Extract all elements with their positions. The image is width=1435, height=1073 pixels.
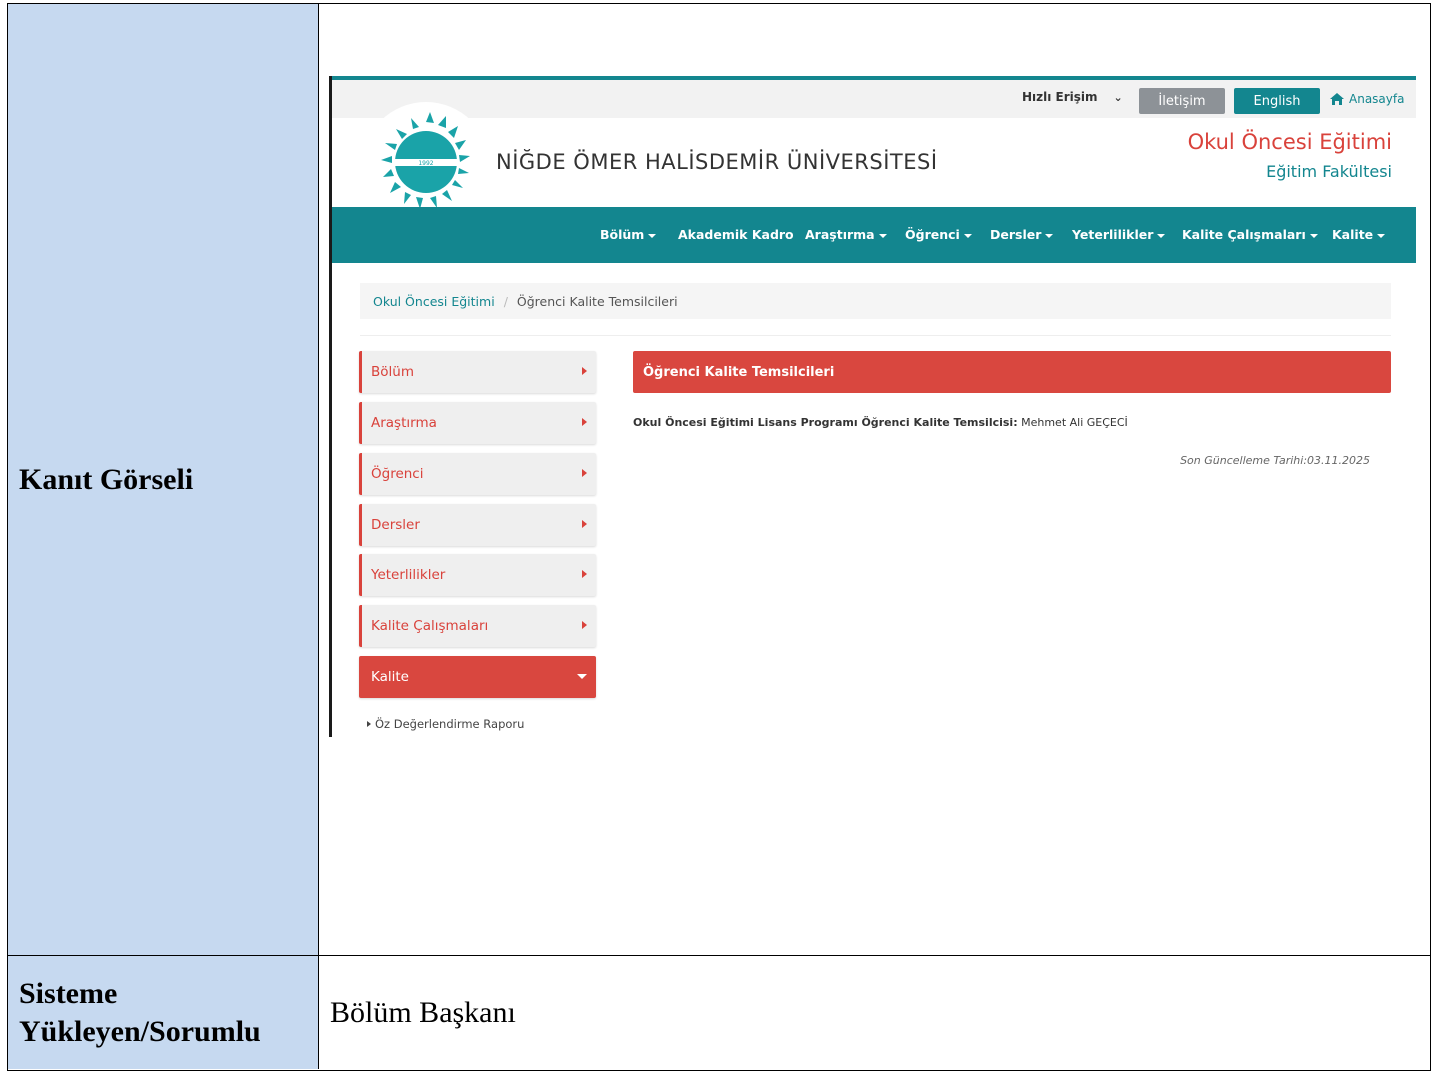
english-button[interactable]: English — [1234, 88, 1320, 114]
last-updated: Son Güncelleme Tarihi:03.11.2025 — [1180, 454, 1370, 467]
nav-item-kalite-calismalari[interactable]: Kalite Çalışmaları — [1182, 227, 1318, 242]
caret-down-icon — [648, 233, 657, 238]
content-title: Öğrenci Kalite Temsilcileri — [633, 351, 1391, 393]
sidebar-item-kalite-calismalari[interactable]: Kalite Çalışmaları — [359, 605, 596, 647]
nav-item-akademik-kadro[interactable]: Akademik Kadro — [678, 227, 794, 242]
chevron-down-icon: ⌄ — [1113, 91, 1123, 104]
caret-down-icon — [1045, 233, 1054, 238]
caret-right-icon — [582, 621, 587, 629]
home-icon — [1330, 93, 1344, 105]
sidebar-item-yeterlilikler[interactable]: Yeterlilikler — [359, 554, 596, 596]
nav-item-yeterlilikler[interactable]: Yeterlilikler — [1072, 227, 1166, 242]
sidebar-item-arastirma[interactable]: Araştırma — [359, 402, 596, 444]
sidebar-item-ogrenci[interactable]: Öğrenci — [359, 453, 596, 495]
caret-right-icon — [582, 367, 587, 375]
nav-item-kalite[interactable]: Kalite — [1332, 227, 1386, 242]
home-link-label: Anasayfa — [1349, 92, 1405, 106]
university-name: NİĞDE ÖMER HALİSDEMİR ÜNİVERSİTESİ — [496, 150, 938, 174]
row-label-evidence: Kanıt Görseli — [8, 4, 319, 956]
sidebar-item-kalite[interactable]: Kalite — [359, 656, 596, 698]
caret-right-icon — [582, 520, 587, 528]
caret-down-icon — [1309, 233, 1318, 238]
top-bar: Hızlı Erişim ⌄ İletişim English Anasayfa — [332, 76, 1416, 118]
program-name[interactable]: Okul Öncesi Eğitimi — [1188, 130, 1392, 154]
svg-text:1992: 1992 — [418, 160, 433, 167]
sidebar-item-bolum[interactable]: Bölüm — [359, 351, 596, 393]
nav-item-ogrenci[interactable]: Öğrenci — [905, 227, 972, 242]
faculty-name[interactable]: Eğitim Fakültesi — [1266, 162, 1392, 181]
divider — [360, 335, 1391, 336]
breadcrumb-current: Öğrenci Kalite Temsilcileri — [516, 293, 678, 309]
caret-right-icon — [582, 418, 587, 426]
caret-right-icon — [582, 469, 587, 477]
quick-access-label: Hızlı Erişim — [1022, 90, 1098, 104]
representative-name: Mehmet Ali GEÇECİ — [1021, 416, 1128, 429]
breadcrumb-separator: / — [503, 293, 508, 309]
caret-down-icon — [577, 674, 587, 679]
breadcrumb-home-link[interactable]: Okul Öncesi Eğitimi — [373, 294, 495, 309]
home-link[interactable]: Anasayfa — [1329, 92, 1404, 106]
caret-right-icon — [367, 721, 371, 727]
sidebar-subitem-oz-degerlendirme[interactable]: Öz Değerlendirme Raporu — [367, 717, 524, 731]
site-header: 1992 NİĞDE ÖMER HALİSDEMİR ÜNİVERSİTESİ … — [332, 106, 1416, 226]
caret-down-icon — [1377, 233, 1386, 238]
sidebar-item-dersler[interactable]: Dersler — [359, 504, 596, 546]
main-navigation: Bölüm Akademik Kadro Araştırma Öğrenci D… — [332, 207, 1416, 263]
row-label-uploader: Sisteme Yükleyen/Sorumlu — [8, 956, 319, 1069]
representative-text: Okul Öncesi Eğitimi Lisans Programı Öğre… — [633, 416, 1128, 429]
caret-right-icon — [582, 570, 587, 578]
breadcrumb: Okul Öncesi Eğitimi / Öğrenci Kalite Tem… — [360, 283, 1391, 319]
contact-button[interactable]: İletişim — [1139, 88, 1225, 114]
quick-access-dropdown[interactable]: Hızlı Erişim ⌄ — [1022, 90, 1123, 104]
nav-item-bolum[interactable]: Bölüm — [600, 227, 657, 242]
caret-down-icon — [1157, 233, 1166, 238]
uploader-value: Bölüm Başkanı — [330, 995, 516, 1029]
website-screenshot: Hızlı Erişim ⌄ İletişim English Anasayfa — [329, 76, 1416, 737]
nav-item-arastirma[interactable]: Araştırma — [805, 227, 887, 242]
nav-item-dersler[interactable]: Dersler — [990, 227, 1054, 242]
caret-down-icon — [878, 233, 887, 238]
caret-down-icon — [963, 233, 972, 238]
representative-label: Okul Öncesi Eğitimi Lisans Programı Öğre… — [633, 416, 1018, 429]
